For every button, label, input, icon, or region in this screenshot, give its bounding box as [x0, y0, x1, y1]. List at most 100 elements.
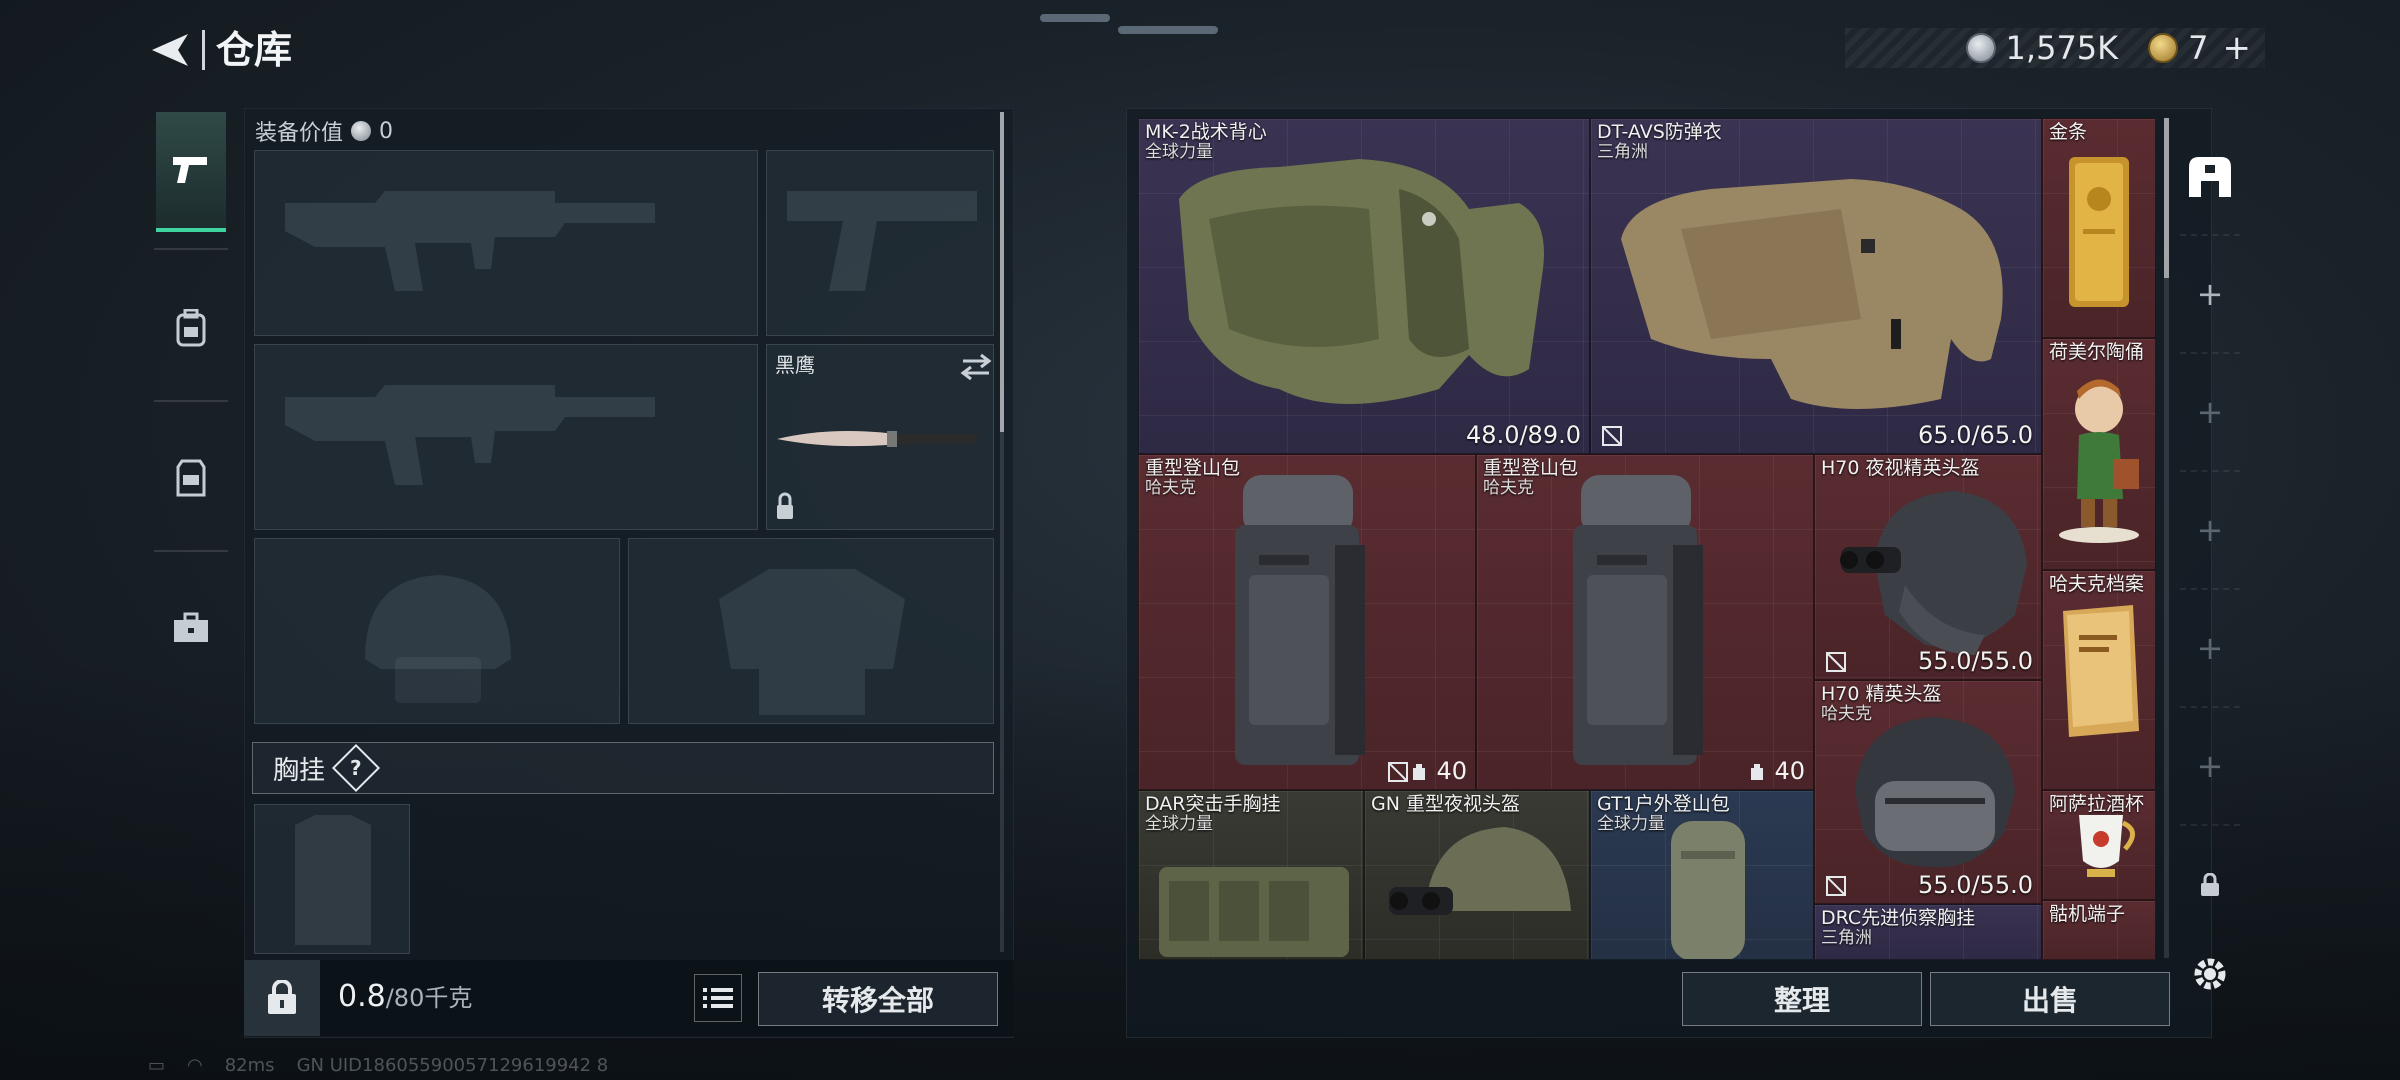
- stash-item[interactable]: 重型登山包 哈夫克 40: [1138, 454, 1476, 790]
- stash-item[interactable]: DRC先进侦察胸挂 三角洲: [1814, 904, 2042, 960]
- stash-item[interactable]: GT1户外登山包 全球力量: [1590, 790, 1814, 960]
- gear-icon[interactable]: [2188, 952, 2232, 996]
- scrollbar-thumb[interactable]: [1000, 112, 1004, 432]
- back-button[interactable]: [140, 22, 200, 78]
- tab-separator: [154, 400, 228, 402]
- rifle-silhouette-icon: [285, 191, 655, 291]
- gold-amount: 7: [2188, 29, 2209, 67]
- sort-button[interactable]: 整理: [1682, 972, 1922, 1026]
- ceiling-light: [1118, 26, 1218, 34]
- title-divider: [202, 30, 205, 70]
- stash-item[interactable]: H70 夜视精英头盔 55.0/55.0: [1814, 454, 2042, 680]
- chest-rig-label: 胸挂: [273, 755, 326, 786]
- stash-item[interactable]: 阿萨拉酒杯: [2042, 790, 2156, 900]
- document-folder-icon: [2063, 605, 2139, 737]
- user-uid: GN UID18605590057129619942 8: [296, 1055, 609, 1076]
- currency-bar: 1,575K 7 +: [1845, 28, 2265, 68]
- weight-max: /80千克: [385, 984, 473, 1012]
- body-armor-icon: [1621, 179, 2003, 409]
- figurine-icon: [2059, 379, 2139, 543]
- toolbox-icon: [174, 612, 208, 642]
- tab-separator: [154, 248, 228, 250]
- stash-item[interactable]: DAR突击手胸挂 全球力量: [1138, 790, 1364, 960]
- tab-weapons[interactable]: [156, 112, 226, 232]
- stash-page-main[interactable]: [2180, 118, 2240, 236]
- chest-rig-slot[interactable]: [254, 804, 410, 954]
- gold-coin-icon: [2148, 33, 2179, 63]
- stash-page-add[interactable]: +: [2180, 590, 2240, 708]
- stash-item[interactable]: 荷美尔陶俑: [2042, 338, 2156, 570]
- loadout-footer: 0.8/80千克 转移全部: [244, 960, 1014, 1036]
- pistol-silhouette-icon: [787, 191, 977, 291]
- chest-rig-silhouette-icon: [295, 815, 371, 945]
- tab-separator: [154, 550, 228, 552]
- helmet-slot[interactable]: [254, 538, 620, 724]
- wifi-icon: ◠: [187, 1055, 203, 1076]
- stash-grid: MK-2战术背心 全球力量 48.0/89.0 DT-AVS防弹衣 三角洲 65…: [1138, 118, 2156, 960]
- knife-icon: [777, 353, 992, 519]
- stash-item[interactable]: 金条: [2042, 118, 2156, 338]
- no-repair-icon: [1826, 876, 1846, 896]
- gold-currency[interactable]: 7 +: [2148, 28, 2251, 68]
- list-view-button[interactable]: [694, 974, 742, 1022]
- ping-value: 82ms: [224, 1055, 275, 1076]
- stash-item[interactable]: MK-2战术背心 全球力量 48.0/89.0: [1138, 118, 1590, 454]
- stash-item[interactable]: H70 精英头盔 哈夫克 55.0/55.0: [1814, 680, 2042, 904]
- no-repair-icon: [1826, 652, 1846, 672]
- stash-item[interactable]: GN 重型夜视头盔: [1364, 790, 1590, 960]
- list-icon: [703, 988, 733, 1008]
- ceiling-light: [1040, 14, 1110, 22]
- stash-page-add[interactable]: +: [2180, 236, 2240, 354]
- equip-value-amount: 0: [379, 118, 394, 144]
- tab-toolbox[interactable]: [156, 568, 226, 688]
- carry-weight: 0.8/80千克: [338, 978, 472, 1014]
- melee-slot[interactable]: 黑鹰: [766, 344, 994, 530]
- helmet-silhouette-icon: [365, 575, 511, 703]
- stash-page-rail: + + + + +: [2180, 118, 2240, 958]
- stash-item[interactable]: 哈夫克档案: [2042, 570, 2156, 790]
- sell-button[interactable]: 出售: [1930, 972, 2170, 1026]
- help-icon[interactable]: ?: [331, 743, 381, 793]
- chest-rig-icon: [176, 459, 206, 497]
- lock-icon: [268, 980, 296, 1014]
- backpack-icon: [176, 309, 206, 347]
- silver-amount: 1,575K: [2005, 29, 2119, 67]
- stash-item[interactable]: 骷机端子: [2042, 900, 2156, 960]
- secondary-weapon-slot[interactable]: [254, 344, 758, 530]
- lock-button[interactable]: [244, 960, 320, 1036]
- stash-page-add[interactable]: +: [2180, 354, 2240, 472]
- silver-currency: 1,575K: [1965, 29, 2119, 67]
- back-arrow-icon: [152, 34, 188, 66]
- add-currency-icon[interactable]: +: [2223, 28, 2252, 68]
- heavy-nightvision-helmet-icon: [1389, 827, 1571, 915]
- primary-weapon-slot[interactable]: [254, 150, 758, 336]
- stash-page-add[interactable]: +: [2180, 472, 2240, 590]
- transfer-all-button[interactable]: 转移全部: [758, 972, 998, 1026]
- battery-icon: ▭: [148, 1055, 166, 1076]
- no-repair-icon: [1602, 426, 1622, 446]
- weight-current: 0.8: [338, 979, 386, 1014]
- stash-item[interactable]: 重型登山包 哈夫克 40: [1476, 454, 1814, 790]
- equip-value-label: 装备价值: [255, 121, 344, 146]
- secondary-pistol-slot[interactable]: [766, 150, 994, 336]
- tab-backpack[interactable]: [156, 268, 226, 388]
- armor-slot[interactable]: [628, 538, 994, 724]
- capacity-icon: [1413, 764, 1426, 780]
- stash-home-icon: [2189, 157, 2231, 197]
- heavy-backpack-icon: [1573, 475, 1703, 765]
- tab-chest-rig[interactable]: [156, 418, 226, 538]
- stash-page-locked[interactable]: [2180, 826, 2240, 944]
- silver-coin-icon: [351, 121, 372, 141]
- silver-coin-icon: [1965, 33, 1996, 63]
- status-bar: ▭ ◠ 82ms GN UID18605590057129619942 8: [148, 1055, 608, 1076]
- rifle-silhouette-icon: [285, 385, 655, 485]
- tactical-vest-icon: [1179, 159, 1544, 404]
- scrollbar-thumb[interactable]: [2164, 118, 2169, 278]
- capacity-icon: [1751, 764, 1764, 780]
- page-title: 仓库: [216, 28, 293, 72]
- loadout-scrollbar[interactable]: [1000, 112, 1004, 952]
- heavy-backpack-icon: [1235, 475, 1365, 765]
- stash-item[interactable]: DT-AVS防弹衣 三角洲 65.0/65.0: [1590, 118, 2042, 454]
- stash-page-add[interactable]: +: [2180, 708, 2240, 826]
- stash-scrollbar[interactable]: [2164, 118, 2169, 958]
